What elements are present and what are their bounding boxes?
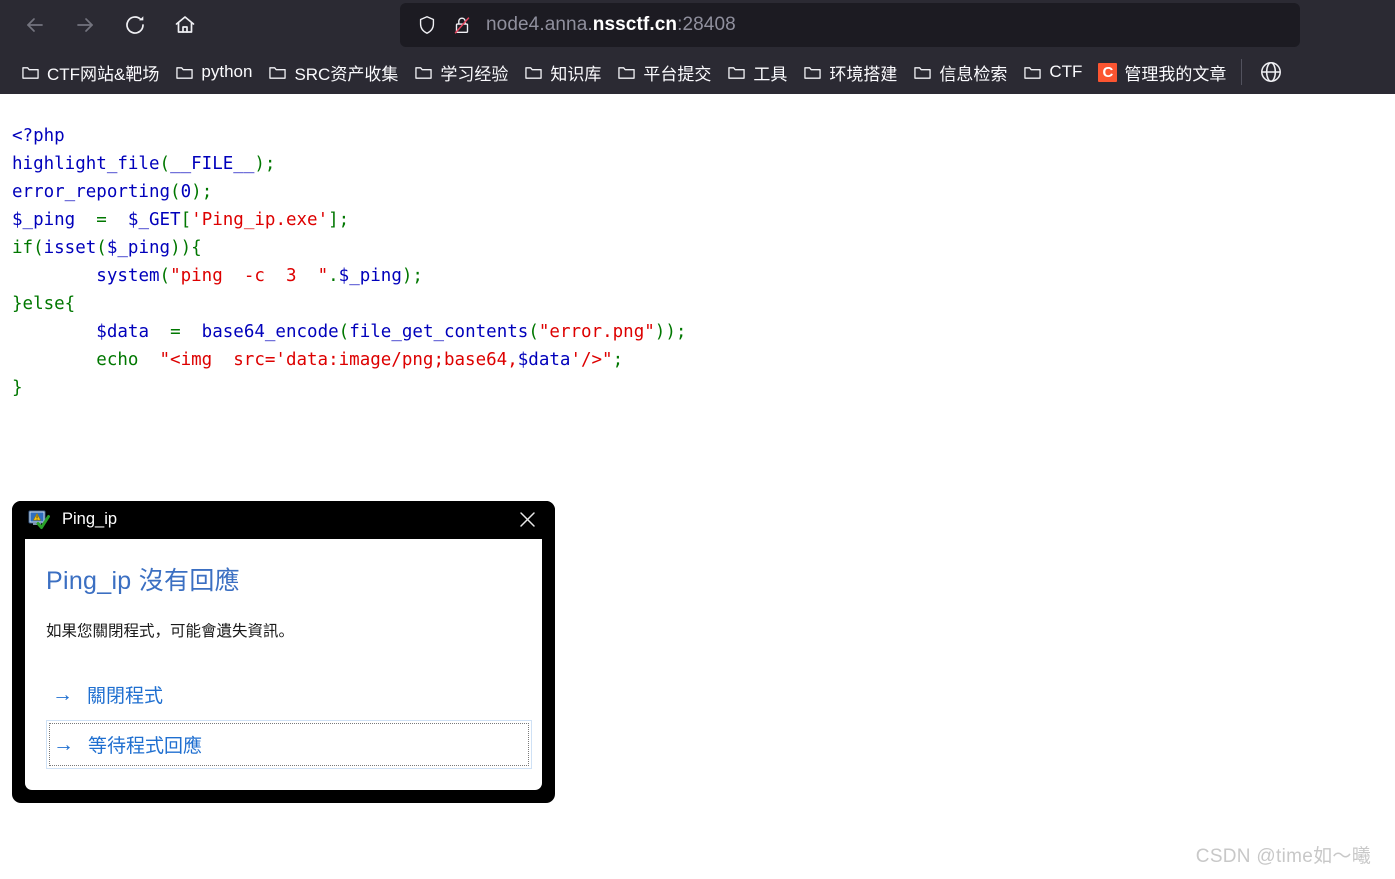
bookmark-item[interactable]: 工具 [720, 56, 794, 88]
lock-crossed-icon[interactable] [451, 14, 473, 36]
code-line-close-brace: } [12, 377, 23, 398]
code-line-system: system("ping -c 3 ".$_ping); [96, 265, 423, 286]
folder-icon [617, 64, 636, 81]
forward-button[interactable] [64, 4, 106, 46]
code-line-ping-assign: $_ping [12, 209, 97, 230]
bookmark-label: SRC资产收集 [294, 64, 399, 84]
bookmark-item[interactable]: 信息检索 [906, 56, 1014, 88]
url-suffix: :28408 [677, 14, 736, 35]
arrow-right-icon: → [53, 732, 74, 756]
program-warning-icon [28, 510, 50, 530]
folder-icon [175, 64, 194, 81]
code-line-php-open: <?php [12, 125, 65, 146]
dialog-action-label: 關閉程式 [87, 685, 164, 707]
dialog-heading: Ping_ip 沒有回應 [46, 566, 240, 595]
bookmark-item[interactable]: python [168, 56, 259, 88]
bookmark-item[interactable]: CTF [1016, 56, 1089, 88]
csdn-icon: C [1098, 62, 1118, 82]
bookmark-item[interactable]: 环境搭建 [796, 56, 904, 88]
forward-arrow-icon [73, 13, 97, 37]
code-line-echo: echo "<img src='data:image/png;base64,$d… [96, 349, 624, 370]
reload-icon [123, 13, 147, 37]
bookmark-item-manage-articles[interactable]: C 管理我的文章 [1091, 56, 1233, 88]
url-bar[interactable]: node4.anna.nssctf.cn:28408 [400, 3, 1300, 47]
bookmark-label: 知识库 [550, 64, 602, 84]
not-responding-dialog: Ping_ip Ping_ip 沒有回應 如果您關閉程式，可能會遺失資訊。 → … [12, 500, 555, 803]
bookmark-label: python [201, 62, 253, 81]
browser-chrome: node4.anna.nssctf.cn:28408 CTF网站&靶场 pyth… [0, 0, 1395, 94]
shield-icon[interactable] [416, 14, 438, 36]
bookmark-label: CTF网站&靶场 [47, 64, 160, 84]
bookmark-label: 平台提交 [643, 64, 712, 84]
dialog-body: Ping_ip 沒有回應 如果您關閉程式，可能會遺失資訊。 → 關閉程式 → 等… [25, 538, 542, 790]
home-button[interactable] [164, 4, 206, 46]
arrow-right-icon: → [52, 682, 73, 706]
folder-icon [913, 64, 932, 81]
code-line-highlight-file: highlight_file [12, 153, 160, 174]
folder-icon [1023, 64, 1042, 81]
csdn-watermark: CSDN @time如～曦 [1195, 845, 1371, 867]
url-text[interactable]: node4.anna.nssctf.cn:28408 [486, 14, 736, 36]
bookmark-item[interactable]: CTF网站&靶场 [14, 56, 166, 88]
bookmark-label: 学习经验 [440, 64, 509, 84]
url-prefix: node4.anna. [486, 14, 593, 35]
navigation-toolbar: node4.anna.nssctf.cn:28408 [0, 0, 1395, 50]
bookmark-label: 工具 [753, 64, 788, 84]
bookmarks-bar: CTF网站&靶场 python SRC资产收集 学习经验 知识库 平台提交 工具… [0, 50, 1395, 94]
dialog-action-close-program[interactable]: → 關閉程式 [46, 675, 522, 714]
folder-icon [414, 64, 433, 81]
url-host: nssctf.cn [592, 14, 678, 35]
folder-icon [21, 64, 40, 81]
reload-button[interactable] [114, 4, 156, 46]
dialog-action-label: 等待程式回應 [88, 735, 203, 757]
back-arrow-icon [23, 13, 47, 37]
bookmark-label: 信息检索 [939, 64, 1008, 84]
bookmark-label: 环境搭建 [829, 64, 898, 84]
code-line-data-assign: $data = base64_encode(file_get_contents(… [96, 321, 687, 342]
php-source-listing: <?php highlight_file(__FILE__); error_re… [12, 125, 687, 398]
csdn-icon-letter: C [1098, 62, 1118, 82]
back-button[interactable] [14, 4, 56, 46]
code-line-error-reporting: error_reporting [12, 181, 171, 202]
dialog-action-wait-for-program[interactable]: → 等待程式回應 [46, 719, 532, 769]
folder-icon [803, 64, 822, 81]
home-icon [173, 13, 197, 37]
code-line-if-isset: if( [12, 237, 44, 258]
close-icon[interactable] [513, 507, 541, 533]
dialog-titlebar[interactable]: Ping_ip [12, 500, 555, 539]
bookmark-item[interactable]: 平台提交 [610, 56, 718, 88]
dialog-title: Ping_ip [62, 510, 118, 528]
bookmark-label: CTF [1049, 62, 1083, 81]
bookmark-item[interactable]: SRC资产收集 [261, 56, 405, 88]
bookmark-item[interactable]: 学习经验 [407, 56, 515, 88]
dialog-message: 如果您關閉程式，可能會遺失資訊。 [46, 622, 295, 640]
folder-icon [268, 64, 287, 81]
bookmark-item[interactable]: 知识库 [517, 56, 608, 88]
page-content: <?php highlight_file(__FILE__); error_re… [0, 111, 1395, 879]
bookmark-label: 管理我的文章 [1124, 64, 1227, 84]
folder-icon [524, 64, 543, 81]
globe-icon[interactable] [1254, 55, 1288, 89]
folder-icon [727, 64, 746, 81]
code-line-else: }else{ [12, 293, 76, 314]
bookmarks-separator [1241, 59, 1243, 85]
